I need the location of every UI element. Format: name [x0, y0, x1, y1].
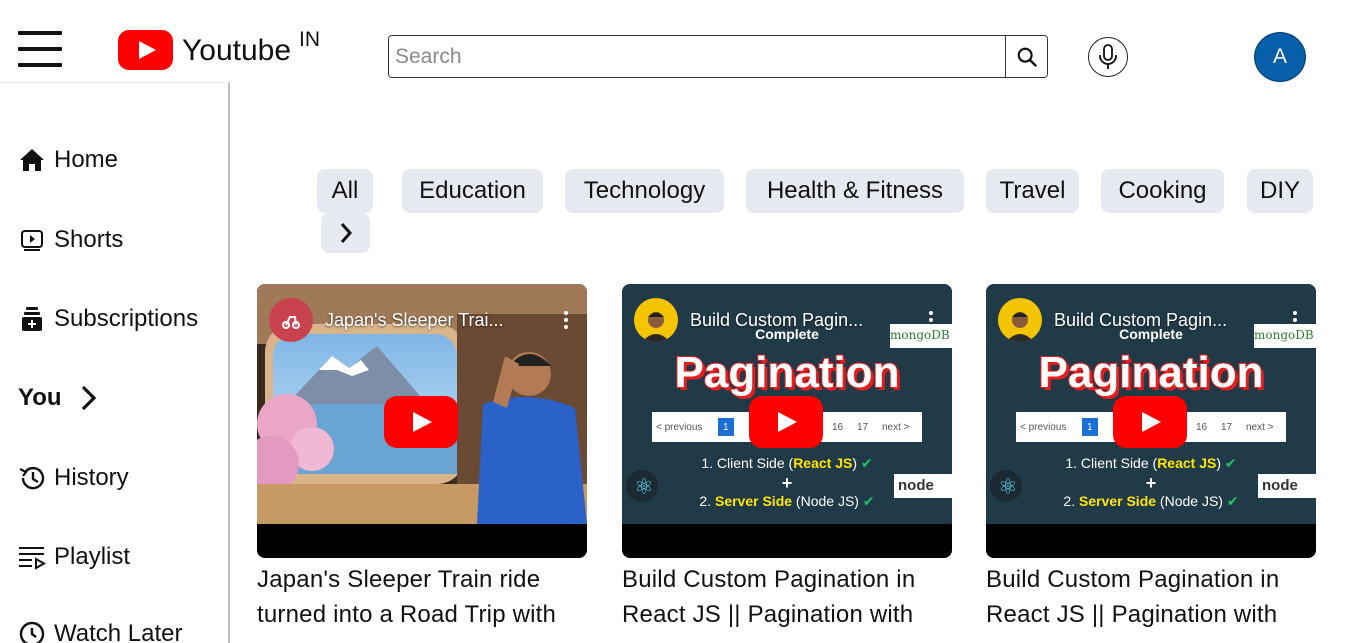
sidebar-item-shorts[interactable]: Shorts [18, 226, 123, 254]
person-avatar-icon [1006, 312, 1034, 342]
sidebar-item-label: Watch Later [54, 620, 183, 643]
top-header: Youtube IN A [0, 0, 1348, 82]
menu-icon[interactable] [18, 31, 68, 71]
react-icon: ⚛ [998, 474, 1018, 499]
channel-avatar[interactable] [269, 298, 313, 342]
person-avatar-icon [642, 312, 670, 342]
sidebar-item-home[interactable]: Home [18, 146, 118, 174]
video-thumbnail[interactable]: Complete mongoDB Pagination < previous 1… [986, 284, 1316, 558]
pager-prev: < previous [1020, 422, 1067, 433]
chip-technology[interactable]: Technology [565, 169, 724, 213]
video-card-2[interactable]: Complete mongoDB Pagination < previous 1… [622, 284, 952, 632]
search-input[interactable] [389, 36, 1005, 77]
channel-avatar[interactable] [998, 298, 1042, 342]
sidebar-item-label: Subscriptions [54, 305, 199, 332]
client-side-line: 1. Client Side (React JS) ✔ [1065, 455, 1237, 471]
server-side-line: 2. Server Side (Node JS) ✔ [699, 493, 875, 509]
sidebar-item-label: History [54, 464, 129, 491]
video-card-3[interactable]: Complete mongoDB Pagination < previous 1… [986, 284, 1316, 632]
pagination-headline: Pagination [674, 347, 901, 398]
clock-icon [18, 620, 46, 643]
video-thumbnail[interactable]: Complete mongoDB Pagination < previous 1… [622, 284, 952, 558]
home-icon [18, 146, 46, 174]
chevron-right-icon [78, 384, 98, 412]
thumbnail-title: Japan's Sleeper Trai... [325, 309, 504, 330]
sidebar-item-label: You [18, 384, 62, 411]
search-icon [1017, 47, 1037, 67]
react-icon: ⚛ [634, 474, 654, 499]
search-bar [388, 35, 1048, 78]
playlist-icon [18, 543, 46, 571]
chevron-right-icon [340, 223, 352, 243]
country-code: IN [299, 28, 321, 51]
thumbnail-title: Build Custom Pagin... [1054, 309, 1228, 330]
video-thumbnail[interactable]: Japan's Sleeper Trai... [257, 284, 587, 558]
sidebar-item-history[interactable]: History [18, 464, 129, 492]
client-side-line: 1. Client Side (React JS) ✔ [701, 455, 873, 471]
pager-page: 1 [723, 422, 729, 433]
pagination-headline: Pagination [1038, 347, 1265, 398]
microphone-icon [1099, 44, 1117, 69]
video-title[interactable]: Japan's Sleeper Train ride turned into a… [257, 562, 602, 632]
subscriptions-icon [18, 305, 46, 333]
nodejs-logo: node [898, 477, 934, 494]
voice-search-button[interactable] [1088, 37, 1128, 77]
search-button[interactable] [1005, 36, 1047, 77]
pager-next: next > [882, 422, 910, 433]
chips-next-button[interactable] [321, 213, 370, 253]
thumbnail-header: Japan's Sleeper Trai... [269, 298, 575, 342]
sidebar-item-label: Playlist [54, 543, 131, 570]
thumbnail-header: Build Custom Pagin... [634, 298, 940, 342]
play-button-icon[interactable] [1113, 396, 1187, 448]
thumbnail-title: Build Custom Pagin... [690, 309, 864, 330]
logo-text: Youtube [182, 34, 292, 67]
pager-page: 17 [857, 422, 869, 433]
chip-all[interactable]: All [317, 169, 373, 213]
scooter-icon [282, 316, 300, 329]
sidebar-item-you[interactable]: You [18, 384, 98, 412]
chip-health-fitness[interactable]: Health & Fitness [746, 169, 964, 213]
pager-page: 1 [1087, 422, 1093, 433]
sidebar-item-watch-later[interactable]: Watch Later [18, 620, 183, 643]
chip-travel[interactable]: Travel [986, 169, 1079, 213]
chip-diy[interactable]: DIY [1247, 169, 1313, 213]
more-options-icon[interactable] [922, 310, 940, 331]
chip-education[interactable]: Education [402, 169, 543, 213]
nodejs-logo: node [1262, 477, 1298, 494]
server-side-line: 2. Server Side (Node JS) ✔ [1063, 493, 1239, 509]
pager-page: 16 [832, 422, 844, 433]
sidebar-item-label: Shorts [54, 226, 124, 253]
sidebar-item-playlist[interactable]: Playlist [18, 543, 130, 571]
chip-cooking[interactable]: Cooking [1101, 169, 1224, 213]
more-options-icon[interactable] [557, 310, 575, 331]
avatar[interactable]: A [1254, 32, 1306, 82]
video-title[interactable]: Build Custom Pagination in React JS || P… [986, 562, 1331, 632]
pager-page: 16 [1196, 422, 1208, 433]
play-button-icon[interactable] [384, 396, 458, 448]
pager-page: 17 [1221, 422, 1233, 433]
video-card-1[interactable]: Japan's Sleeper Trai... Japan's Sleeper … [257, 284, 587, 632]
video-title[interactable]: Build Custom Pagination in React JS || P… [622, 562, 967, 632]
youtube-logo[interactable]: Youtube IN [118, 28, 321, 70]
youtube-logo-icon [118, 30, 173, 70]
sidebar-item-label: Home [54, 146, 119, 173]
pager-next: next > [1246, 422, 1274, 433]
sidebar-item-subscriptions[interactable]: Subscriptions [18, 305, 198, 333]
more-options-icon[interactable] [1286, 310, 1304, 331]
shorts-icon [18, 226, 46, 254]
pager-prev: < previous [656, 422, 703, 433]
history-icon [18, 464, 46, 492]
thumbnail-header: Build Custom Pagin... [998, 298, 1304, 342]
play-button-icon[interactable] [749, 396, 823, 448]
channel-avatar[interactable] [634, 298, 678, 342]
